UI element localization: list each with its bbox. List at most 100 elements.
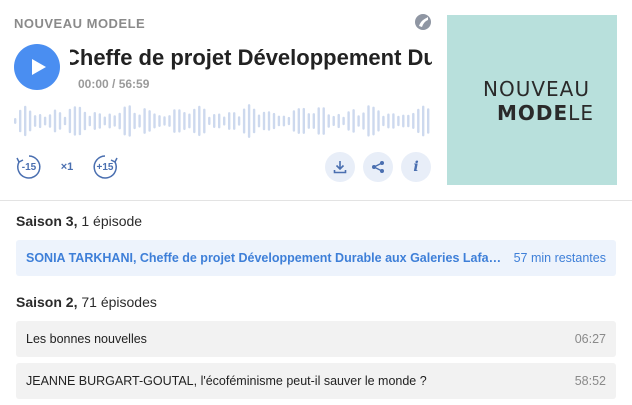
info-icon: i [413,159,419,175]
waveform-bar [337,113,340,129]
waveform-bar [58,112,62,130]
rewind-15-button[interactable]: -15 [14,152,44,182]
waveform-bar [208,116,211,126]
waveform-bar [113,115,116,127]
waveform-bar [417,108,420,134]
waveform-bar [128,105,131,137]
waveform-bar [118,112,121,130]
waveform-bar [287,116,291,126]
season-heading: Saison 3, 1 épisode [16,213,142,229]
episode-title-marquee: Cheffe de projet Développement Durable a… [70,44,432,72]
waveform-bar [422,105,425,137]
waveform-bar [397,115,400,127]
waveform-bar [108,113,111,129]
waveform-bar [78,106,82,136]
waveform-bar [322,107,325,135]
episode-row[interactable]: SONIA TARKHANI, Cheffe de projet Dévelop… [16,240,616,276]
forward-15-button[interactable]: +15 [90,152,120,182]
waveform-bar [327,114,330,128]
waveform-bar [168,115,171,127]
waveform-bar [138,114,141,128]
divider [0,200,632,201]
play-icon [32,59,46,75]
waveform-bar [63,116,67,126]
waveform-bar [237,116,241,126]
waveform-bar [158,115,161,127]
podcast-player: NOUVEAU MODELE Cheffe de projet Développ… [0,0,632,200]
waveform-bar [14,118,17,124]
waveform-bar [377,110,380,132]
waveform-bar [357,115,360,127]
cover-line-2: MODELE [497,101,594,125]
waveform-bar [262,111,266,131]
info-button[interactable]: i [401,152,431,182]
episode-row[interactable]: Les bonnes nouvelles 06:27 [16,321,616,357]
season-heading: Saison 2, 71 épisodes [16,294,157,310]
waveform-bar [302,107,305,134]
waveform-bar [247,104,251,138]
waveform-bar [292,110,296,132]
waveform-bar [407,114,410,128]
waveform-bar [352,109,355,133]
brand-icon[interactable] [415,14,431,30]
share-button[interactable] [363,152,393,182]
download-button[interactable] [325,152,355,182]
waveform-bar [133,112,136,130]
waveform-bar [163,116,166,126]
waveform-bar [427,108,430,134]
waveform-bar [198,105,201,137]
podcast-cover: NOUVEAU MODELE [447,15,617,185]
speed-button[interactable]: ×1 [52,152,82,182]
waveform-bar [367,105,370,137]
waveform-bar [153,113,156,129]
waveform-bar [183,112,186,131]
time-display: 00:00 / 56:59 [78,77,150,91]
waveform-bar [88,115,91,127]
episode-row-duration: 57 min restantes [513,251,606,265]
episode-row-duration: 06:27 [574,332,606,346]
cover-line-2-bold: MODE [497,101,569,125]
waveform-bar [267,111,271,131]
waveform-bar [43,116,47,126]
waveform-bar [188,113,191,129]
waveform-bar [33,115,37,127]
waveform-bar [203,108,206,134]
waveform-bar [312,113,315,129]
play-button[interactable] [14,44,60,90]
waveform-bar [48,114,52,128]
waveform-bar [233,112,236,130]
waveform-bar [98,113,101,129]
waveform-bar [28,110,32,132]
cover-logo: NOUVEAU MODELE [483,77,594,125]
waveform-bar [93,112,96,130]
season-name: Saison 2, [16,294,78,310]
waveform-bar [277,115,281,127]
waveform-bar [272,112,276,130]
waveform-bar [83,111,87,131]
rewind-15-label: -15 [21,161,37,173]
waveform-bar [143,108,146,134]
waveform-bar [24,105,27,137]
episode-row-duration: 58:52 [574,374,606,388]
forward-15-label: +15 [96,161,114,173]
waveform-bar [392,113,395,129]
download-icon [333,161,347,174]
waveform-bar [68,108,72,134]
cover-line-2-thin: LE [568,101,594,125]
waveform-bar [173,109,176,133]
waveform-bar [307,113,310,129]
waveform-scrubber[interactable] [14,100,432,142]
waveform-bar [19,109,22,133]
episode-row[interactable]: JEANNE BURGART-GOUTAL, l'écoféminisme pe… [16,363,616,399]
waveform-bar [372,106,375,136]
waveform-bar [73,106,77,136]
waveform-bar [228,112,231,130]
episode-row-title: SONIA TARKHANI, Cheffe de projet Dévelop… [26,251,504,265]
waveform-bar [53,109,57,133]
cover-line-1: NOUVEAU [483,77,590,101]
season-name: Saison 3, [16,213,78,229]
waveform-bar [412,112,415,129]
waveform-bar [362,112,365,130]
waveform-bar [282,115,286,127]
waveform-bar [387,113,390,129]
